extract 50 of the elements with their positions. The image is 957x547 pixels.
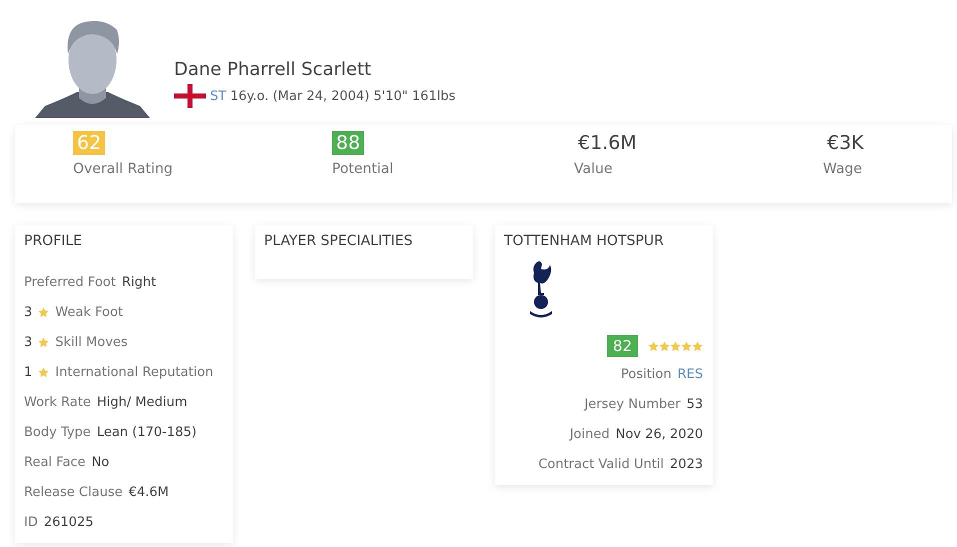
player-details: 16y.o. (Mar 24, 2004) 5'10" 161lbs bbox=[230, 88, 456, 104]
attribute-label: Release Clause bbox=[24, 484, 123, 500]
star-count: 3 bbox=[24, 334, 32, 350]
stat-label: Value bbox=[574, 161, 614, 177]
attribute-value: 53 bbox=[686, 396, 703, 412]
rating-badge: 62 bbox=[73, 131, 106, 155]
attribute-label: Real Face bbox=[24, 454, 86, 470]
attribute-label: Preferred Foot bbox=[24, 274, 116, 290]
attribute-label: Contract Valid Until bbox=[538, 456, 664, 472]
stat-label: Overall Rating bbox=[73, 161, 174, 177]
star-icon bbox=[38, 366, 50, 378]
player-name: Dane Pharrell Scarlett bbox=[174, 59, 372, 80]
attribute-value: 2023 bbox=[670, 456, 703, 472]
position-link[interactable]: RES bbox=[678, 366, 703, 382]
attribute-value: €4.6M bbox=[128, 484, 169, 500]
flag-icon bbox=[174, 84, 206, 108]
star-icon bbox=[670, 340, 681, 352]
card-title: TOTTENHAM HOTSPUR bbox=[504, 233, 665, 249]
star-count: 3 bbox=[24, 304, 32, 320]
star-icon bbox=[648, 340, 659, 352]
rating-badge: 88 bbox=[332, 131, 364, 155]
star-icon bbox=[38, 306, 50, 318]
attribute-value: Nov 26, 2020 bbox=[616, 426, 703, 442]
attribute-value: 261025 bbox=[44, 514, 94, 530]
attribute-label: ID bbox=[24, 514, 38, 530]
stat-label: Potential bbox=[332, 161, 394, 177]
star-icon bbox=[38, 336, 50, 348]
card-title: PLAYER SPECIALITIES bbox=[264, 233, 414, 249]
attribute-label: Weak Foot bbox=[55, 304, 124, 320]
attribute-label: Joined bbox=[570, 426, 610, 442]
attribute-label: Jersey Number bbox=[584, 396, 680, 412]
attribute-label: Body Type bbox=[24, 424, 91, 440]
star-icon bbox=[692, 340, 703, 352]
attribute-value: No bbox=[92, 454, 110, 470]
attribute-label: International Reputation bbox=[55, 364, 214, 380]
star-icon bbox=[659, 340, 670, 352]
star-count: 1 bbox=[24, 364, 32, 380]
rating-badge: 82 bbox=[606, 335, 638, 357]
stat-label: Wage bbox=[823, 161, 864, 177]
attribute-value: Right bbox=[122, 274, 156, 290]
attribute-label: Position bbox=[620, 366, 672, 382]
position-link[interactable]: ST bbox=[210, 88, 226, 104]
attribute-value: Lean (170-185) bbox=[96, 424, 197, 440]
attribute-label: Skill Moves bbox=[55, 334, 128, 350]
card-title: PROFILE bbox=[24, 233, 84, 249]
attribute-value: High/ Medium bbox=[96, 394, 188, 410]
star-icon bbox=[681, 340, 692, 352]
stat-value: €3K bbox=[826, 131, 865, 155]
attribute-label: Work Rate bbox=[24, 394, 91, 410]
stat-value: €1.6M bbox=[577, 131, 638, 155]
